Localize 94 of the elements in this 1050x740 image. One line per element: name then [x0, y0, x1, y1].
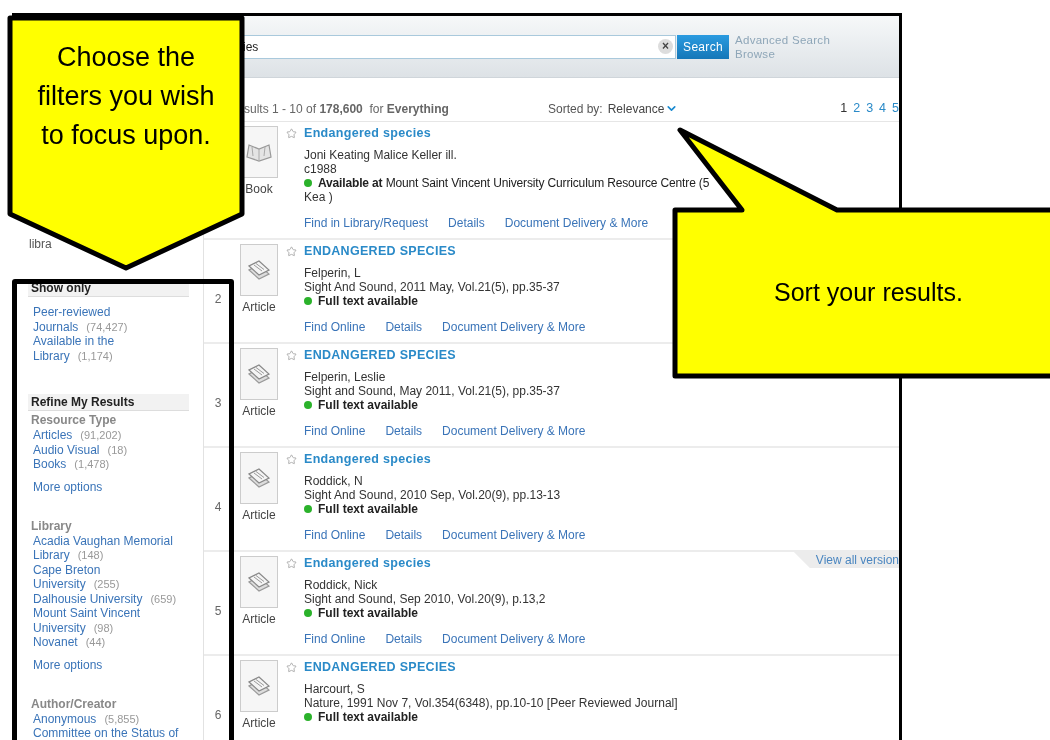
more-options-link[interactable]: More options	[28, 479, 189, 494]
result-detail: Nature, 1991 Nov 7, Vol.354(6348), pp.10-10 [Peer Reviewed Journal]	[304, 696, 678, 710]
result-action-link[interactable]: Find Online	[304, 632, 366, 646]
format-label: Article	[242, 507, 276, 524]
document-stack-icon	[246, 258, 272, 282]
result-action-link[interactable]: Find Online	[304, 424, 366, 438]
star-icon[interactable]	[286, 245, 297, 257]
document-stack-icon	[246, 362, 272, 386]
section-heading: Refine My Results	[28, 394, 189, 411]
format-label: Article	[242, 611, 276, 628]
result-detail: Sight And Sound, 2010 Sep, Vol.20(9), pp.13-13	[304, 488, 561, 502]
format-label: Article	[242, 403, 276, 420]
result-number: 4	[214, 500, 222, 514]
star-icon[interactable]	[286, 453, 297, 465]
result-action-link[interactable]: Find Online	[304, 528, 366, 542]
result-action-link[interactable]: Document Delivery & More	[442, 320, 586, 334]
filter-option[interactable]: Acadia Vaughan Memorial Library (148)	[33, 533, 186, 563]
result-action-link[interactable]: Find Online	[304, 320, 366, 334]
availability-status: Available at Mount Saint Vincent University Curriculum Resource Centre (5	[318, 176, 710, 190]
result-detail: Sight and Sound, Sep 2010, Vol.20(9), p.13,2	[304, 592, 546, 606]
page-link[interactable]: 3	[866, 99, 874, 118]
callout-text: Sort your results.	[773, 277, 964, 307]
result-action-link[interactable]: Find in Library/Request	[304, 216, 429, 230]
filter-option[interactable]: Novanet (44)	[33, 635, 106, 650]
document-stack-icon	[246, 570, 272, 594]
result-number: 2	[214, 292, 222, 306]
page-link[interactable]: 5	[892, 99, 899, 118]
result-number: 5	[214, 604, 222, 618]
result-detail: Roddick, Nick	[304, 578, 378, 592]
format-label: Book	[245, 181, 273, 198]
result-detail: Felperin, Leslie	[304, 370, 386, 384]
result-title[interactable]: ENDANGERED SPECIES	[304, 345, 456, 365]
star-icon[interactable]	[286, 127, 297, 139]
facet-title: Library	[30, 518, 73, 534]
more-options-link[interactable]: More options	[28, 657, 189, 672]
filter-option[interactable]: Peer-reviewed Journals (74,427)	[33, 305, 146, 334]
result-detail: Sight and Sound, May 2011, Vol.21(5), pp.35-37	[304, 384, 560, 398]
book-icon	[245, 141, 273, 163]
availability-status: Full text available	[318, 294, 419, 308]
result-title[interactable]: ENDANGERED SPECIES	[304, 657, 456, 677]
result-action-link[interactable]: Document Delivery & More	[442, 632, 586, 646]
availability-status: Full text available	[318, 606, 419, 620]
result-action-link[interactable]: Details	[385, 424, 423, 438]
result-action-link[interactable]: Details	[448, 216, 485, 230]
format-label: Article	[242, 715, 276, 732]
result-title[interactable]: Endangered species	[304, 449, 431, 469]
result-action-link[interactable]: Document Delivery & More	[504, 216, 649, 230]
result-detail: Harcourt, S	[304, 682, 365, 696]
star-icon[interactable]	[286, 349, 297, 361]
result-number: 6	[214, 708, 222, 722]
result-detail: Roddick, N	[304, 474, 363, 488]
result-title[interactable]: Endangered species	[304, 123, 431, 143]
callout-text: Choose the filters you wish to focus upon.	[36, 41, 216, 152]
facet-title: Resource Type	[30, 413, 118, 428]
sort-dropdown[interactable]: Relevance	[607, 99, 679, 118]
filter-option[interactable]: Audio Visual (18)	[33, 442, 128, 457]
result-action-link[interactable]: Details	[385, 632, 423, 646]
page-link[interactable]: 2	[853, 99, 861, 118]
clear-button[interactable]: ×	[658, 39, 673, 54]
result-title[interactable]: ENDANGERED SPECIES	[304, 241, 456, 261]
availability-detail: Kea )	[304, 190, 333, 204]
document-stack-icon	[246, 466, 272, 490]
availability-status: Full text available	[318, 398, 419, 412]
result-action-link[interactable]: Document Delivery & More	[442, 528, 586, 542]
document-stack-icon	[246, 674, 272, 698]
facet-title: Author/Creator	[30, 696, 118, 712]
sort-label: Sorted by:	[548, 100, 603, 118]
filter-option[interactable]: Cape Breton University (255)	[33, 562, 186, 592]
format-label: Article	[242, 299, 276, 316]
sidebar-text: libra	[28, 238, 52, 250]
result-action-link[interactable]: Document Delivery & More	[442, 424, 586, 438]
filter-option[interactable]: Committee on the Status of	[33, 726, 179, 740]
result-title[interactable]: Endangered species	[304, 553, 431, 573]
availability-status: Full text available	[318, 502, 419, 516]
star-icon[interactable]	[286, 661, 297, 673]
versions-tab[interactable]: View all version	[793, 552, 899, 568]
page-link[interactable]: 1	[840, 99, 848, 118]
result-detail: Sight And Sound, 2011 May, Vol.21(5), pp.35-37	[304, 280, 560, 294]
availability-status: Full text available	[318, 710, 419, 724]
result-detail: c1988	[304, 162, 337, 176]
filter-option[interactable]: Dalhousie University (659)	[33, 591, 177, 606]
filter-option[interactable]: Mount Saint Vincent University (98)	[33, 606, 186, 635]
star-icon[interactable]	[286, 557, 297, 569]
result-action-link[interactable]: Details	[385, 528, 423, 542]
result-detail: Felperin, L	[304, 266, 361, 280]
filter-option[interactable]: Anonymous (5,855)	[33, 711, 140, 726]
page-link[interactable]: 4	[879, 99, 887, 118]
result-action-link[interactable]: Details	[385, 320, 423, 334]
filter-option[interactable]: Books (1,478)	[33, 457, 110, 472]
result-detail: Joni Keating Malice Keller ill.	[304, 148, 457, 162]
filter-option[interactable]: Available in the Library (1,174)	[33, 334, 146, 363]
result-number: 3	[214, 396, 222, 410]
filter-option[interactable]: Articles (91,202)	[33, 428, 122, 443]
search-button[interactable]: Search	[677, 34, 729, 59]
